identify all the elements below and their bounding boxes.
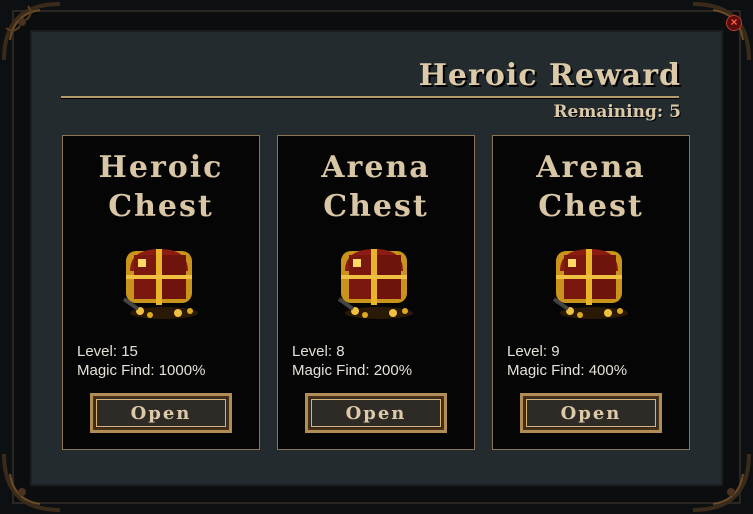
remaining-label: Remaining: bbox=[553, 102, 664, 122]
treasure-chest-icon bbox=[337, 249, 413, 319]
chest-level: Level: 8 bbox=[292, 343, 345, 360]
page-title: Heroic Reward bbox=[418, 58, 681, 93]
treasure-chest-icon bbox=[122, 249, 198, 319]
chest-magic-find: Magic Find: 400% bbox=[507, 362, 628, 379]
chest-title-line2: Chest bbox=[108, 189, 214, 224]
chest-title: Arena Chest bbox=[278, 148, 474, 226]
chest-title: Heroic Chest bbox=[63, 148, 259, 226]
chest-title-line1: Arena bbox=[536, 150, 646, 185]
chest-title: Arena Chest bbox=[493, 148, 689, 226]
open-button[interactable]: Open bbox=[90, 393, 232, 433]
close-icon: × bbox=[730, 15, 738, 29]
chest-title-line2: Chest bbox=[538, 189, 644, 224]
close-button[interactable]: × bbox=[726, 15, 742, 31]
chest-card-arena-1: Arena Chest Level: 8 Magic Find: 200% Op… bbox=[277, 135, 475, 450]
open-button-label: Open bbox=[523, 396, 659, 430]
open-button[interactable]: Open bbox=[520, 393, 662, 433]
treasure-chest-icon bbox=[552, 249, 628, 319]
remaining-count: 5 bbox=[669, 102, 681, 122]
chest-card-arena-2: Arena Chest Level: 9 Magic Find: 400% Op… bbox=[492, 135, 690, 450]
chest-title-line1: Heroic bbox=[98, 150, 224, 185]
chest-title-line2: Chest bbox=[323, 189, 429, 224]
chest-level: Level: 15 bbox=[77, 343, 138, 360]
chest-level: Level: 9 bbox=[507, 343, 560, 360]
chest-title-line1: Arena bbox=[321, 150, 431, 185]
open-button-label: Open bbox=[93, 396, 229, 430]
open-button-label: Open bbox=[308, 396, 444, 430]
chest-magic-find: Magic Find: 1000% bbox=[77, 362, 206, 379]
title-divider bbox=[61, 96, 679, 98]
chest-card-heroic: Heroic Chest Level: 15 Magic Find: 1000%… bbox=[62, 135, 260, 450]
remaining-counter: Remaining: 5 bbox=[553, 102, 681, 122]
chest-magic-find: Magic Find: 200% bbox=[292, 362, 413, 379]
open-button[interactable]: Open bbox=[305, 393, 447, 433]
